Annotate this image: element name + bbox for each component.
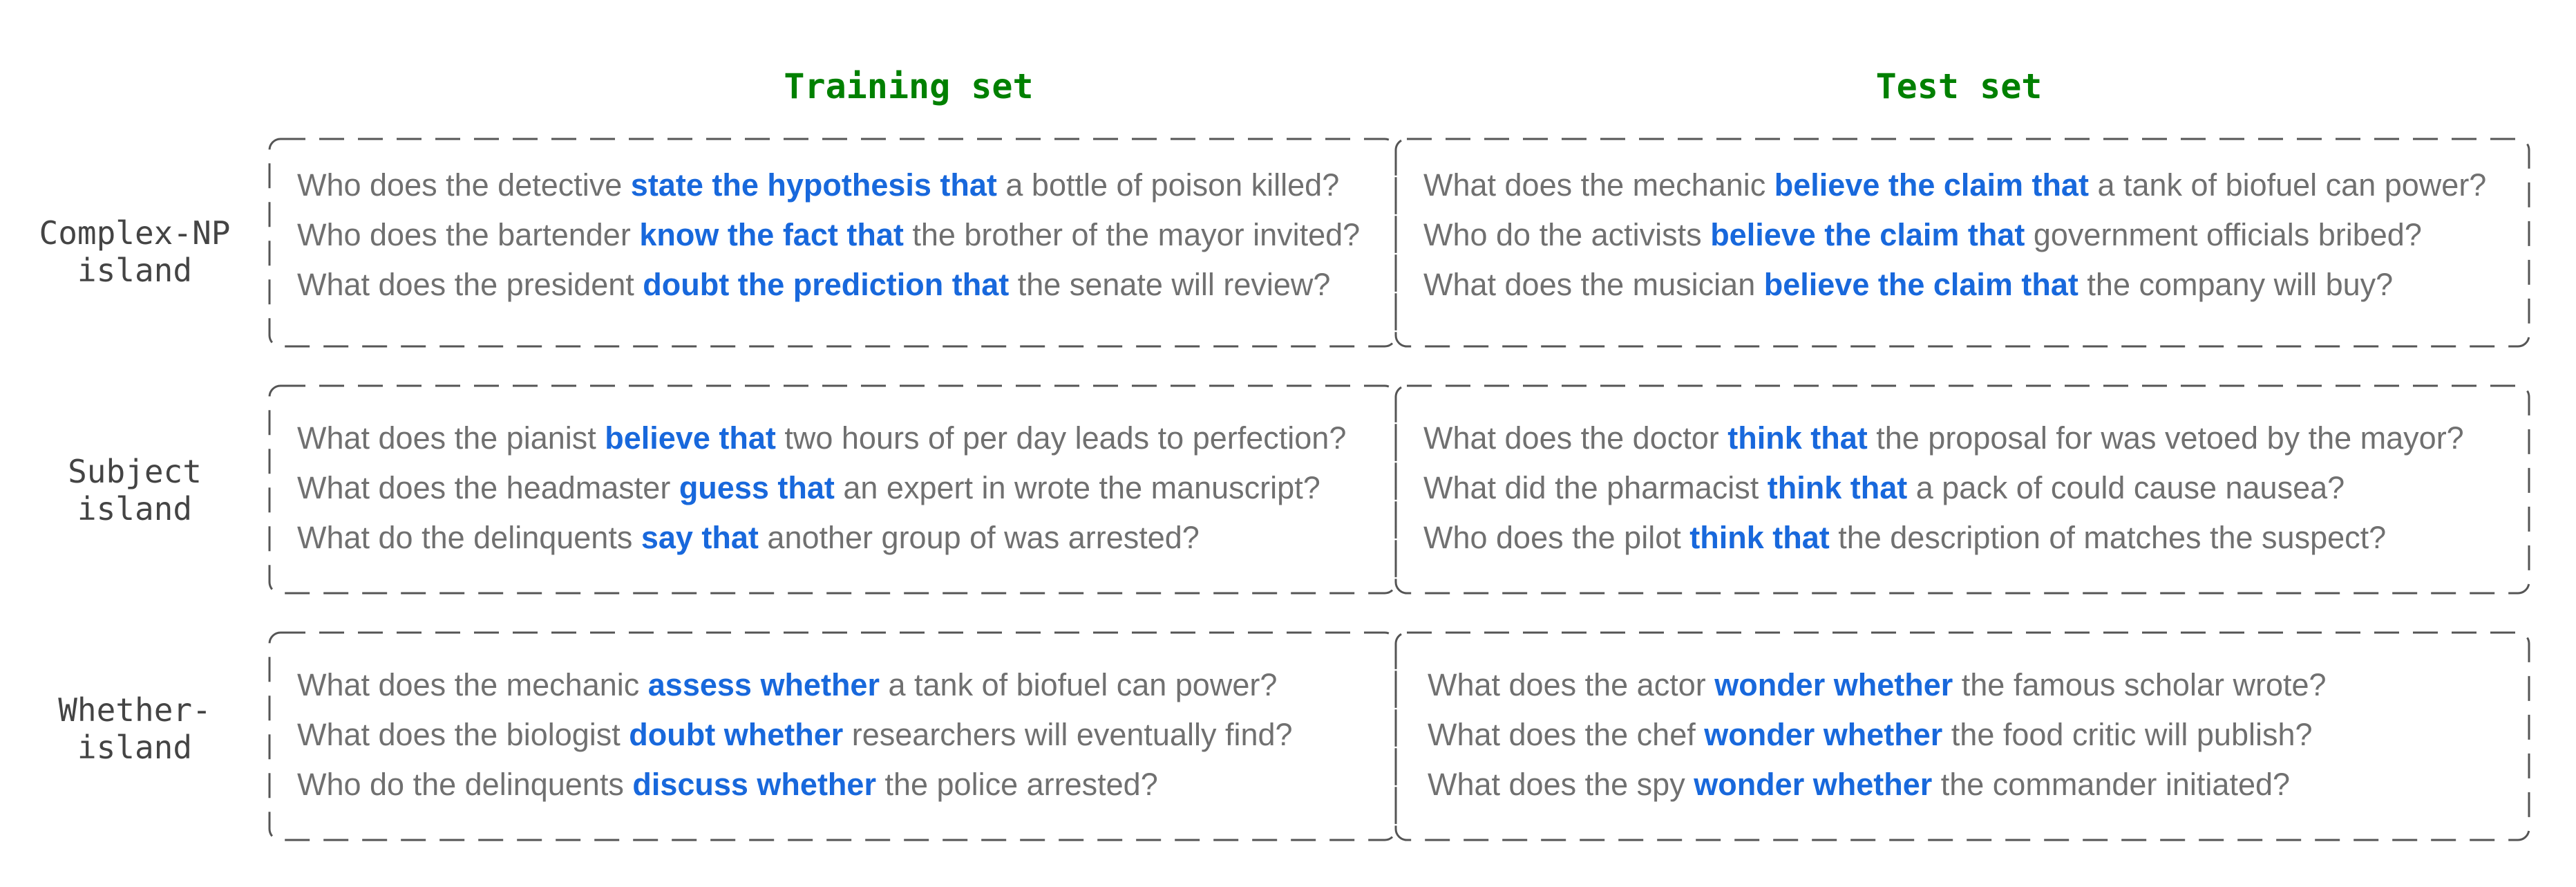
row-label-line: island bbox=[77, 729, 193, 766]
sentence-text: government officials bribed? bbox=[2025, 217, 2422, 252]
row-2-test-examples: What does the doctor think that the prop… bbox=[1423, 413, 2543, 563]
example-sentence: What does the mechanic assess whether a … bbox=[297, 660, 1417, 710]
row-label-subject-island: Subject island bbox=[21, 453, 249, 527]
highlighted-phrase: discuss whether bbox=[632, 767, 876, 802]
highlighted-phrase: think that bbox=[1727, 420, 1868, 456]
row-2-training-examples: What does the pianist believe that two h… bbox=[297, 413, 1417, 563]
row-label-line: Complex-NP bbox=[39, 214, 231, 252]
row-label-line: island bbox=[77, 490, 193, 527]
sentence-text: Who does the pilot bbox=[1423, 520, 1690, 555]
example-sentence: What does the biologist doubt whether re… bbox=[297, 710, 1417, 760]
example-sentence: What does the chef wonder whether the fo… bbox=[1428, 710, 2547, 760]
example-sentence: Who do the delinquents discuss whether t… bbox=[297, 760, 1417, 810]
highlighted-phrase: believe the claim that bbox=[1710, 217, 2025, 252]
highlighted-phrase: believe the claim that bbox=[1763, 267, 2078, 302]
highlighted-phrase: doubt whether bbox=[629, 717, 844, 752]
sentence-text: the proposal for was vetoed by the mayor… bbox=[1867, 420, 2464, 456]
island-examples-figure: Training set Test set Complex-NP island … bbox=[0, 0, 2576, 887]
sentence-text: the description of matches the suspect? bbox=[1829, 520, 2387, 555]
highlighted-phrase: wonder whether bbox=[1704, 717, 1943, 752]
highlighted-phrase: say that bbox=[641, 520, 759, 555]
sentence-text: another group of was arrested? bbox=[758, 520, 1200, 555]
example-sentence: What did the pharmacist think that a pac… bbox=[1423, 463, 2543, 513]
highlighted-phrase: believe that bbox=[605, 420, 776, 456]
sentence-text: the company will buy? bbox=[2078, 267, 2394, 302]
example-sentence: Who does the detective state the hypothe… bbox=[297, 160, 1417, 210]
highlighted-phrase: doubt the prediction that bbox=[643, 267, 1010, 302]
sentence-text: the famous scholar wrote? bbox=[1953, 667, 2327, 702]
sentence-text: What does the doctor bbox=[1423, 420, 1728, 456]
example-sentence: Who do the activists believe the claim t… bbox=[1423, 210, 2543, 260]
highlighted-phrase: think that bbox=[1689, 520, 1830, 555]
example-sentence: What does the musician believe the claim… bbox=[1423, 260, 2543, 310]
highlighted-phrase: know the fact that bbox=[639, 217, 904, 252]
highlighted-phrase: guess that bbox=[679, 470, 835, 505]
sentence-text: What does the biologist bbox=[297, 717, 629, 752]
sentence-text: a bottle of poison killed? bbox=[996, 167, 1340, 203]
example-sentence: What does the doctor think that the prop… bbox=[1423, 413, 2543, 463]
example-sentence: What does the headmaster guess that an e… bbox=[297, 463, 1417, 513]
sentence-text: Who does the detective bbox=[297, 167, 631, 203]
sentence-text: the commander initiated? bbox=[1932, 767, 2291, 802]
highlighted-phrase: think that bbox=[1767, 470, 1908, 505]
sentence-text: the senate will review? bbox=[1009, 267, 1331, 302]
row-label-line: island bbox=[77, 252, 193, 289]
highlighted-phrase: assess whether bbox=[647, 667, 880, 702]
sentence-text: What does the musician bbox=[1423, 267, 1764, 302]
example-sentence: Who does the pilot think that the descri… bbox=[1423, 513, 2543, 563]
sentence-text: a pack of could cause nausea? bbox=[1907, 470, 2345, 505]
row-1-test-examples: What does the mechanic believe the claim… bbox=[1423, 160, 2543, 310]
example-sentence: What does the pianist believe that two h… bbox=[297, 413, 1417, 463]
sentence-text: the police arrested? bbox=[875, 767, 1158, 802]
example-sentence: What does the actor wonder whether the f… bbox=[1428, 660, 2547, 710]
example-sentence: What does the president doubt the predic… bbox=[297, 260, 1417, 310]
row-3-training-examples: What does the mechanic assess whether a … bbox=[297, 660, 1417, 810]
sentence-text: What does the headmaster bbox=[297, 470, 679, 505]
row-3-test-examples: What does the actor wonder whether the f… bbox=[1428, 660, 2547, 810]
sentence-text: an expert in wrote the manuscript? bbox=[834, 470, 1320, 505]
row-1-training-examples: Who does the detective state the hypothe… bbox=[297, 160, 1417, 310]
sentence-text: What do the delinquents bbox=[297, 520, 641, 555]
sentence-text: the food critic will publish? bbox=[1942, 717, 2313, 752]
sentence-text: Who do the delinquents bbox=[297, 767, 633, 802]
example-sentence: Who does the bartender know the fact tha… bbox=[297, 210, 1417, 260]
sentence-text: What does the mechanic bbox=[297, 667, 648, 702]
row-label-whether-island: Whether- island bbox=[21, 691, 249, 766]
sentence-text: Who do the activists bbox=[1423, 217, 1711, 252]
row-label-complex-np-island: Complex-NP island bbox=[21, 214, 249, 289]
sentence-text: What does the actor bbox=[1428, 667, 1715, 702]
example-sentence: What does the mechanic believe the claim… bbox=[1423, 160, 2543, 210]
highlighted-phrase: state the hypothesis that bbox=[630, 167, 997, 203]
sentence-text: the brother of the mayor invited? bbox=[903, 217, 1361, 252]
sentence-text: What did the pharmacist bbox=[1423, 470, 1768, 505]
sentence-text: researchers will eventually find? bbox=[843, 717, 1293, 752]
sentence-text: What does the chef bbox=[1428, 717, 1705, 752]
example-sentence: What do the delinquents say that another… bbox=[297, 513, 1417, 563]
highlighted-phrase: believe the claim that bbox=[1774, 167, 2089, 203]
row-label-line: Whether- bbox=[58, 691, 211, 729]
sentence-text: What does the spy bbox=[1428, 767, 1694, 802]
highlighted-phrase: wonder whether bbox=[1714, 667, 1953, 702]
example-sentence: What does the spy wonder whether the com… bbox=[1428, 760, 2547, 810]
sentence-text: a tank of biofuel can power? bbox=[879, 667, 1278, 702]
row-label-line: Subject bbox=[68, 453, 202, 490]
sentence-text: Who does the bartender bbox=[297, 217, 640, 252]
sentence-text: What does the president bbox=[297, 267, 643, 302]
sentence-text: two hours of per day leads to perfection… bbox=[775, 420, 1347, 456]
highlighted-phrase: wonder whether bbox=[1694, 767, 1933, 802]
sentence-text: a tank of biofuel can power? bbox=[2088, 167, 2487, 203]
sentence-text: What does the mechanic bbox=[1423, 167, 1774, 203]
sentence-text: What does the pianist bbox=[297, 420, 605, 456]
